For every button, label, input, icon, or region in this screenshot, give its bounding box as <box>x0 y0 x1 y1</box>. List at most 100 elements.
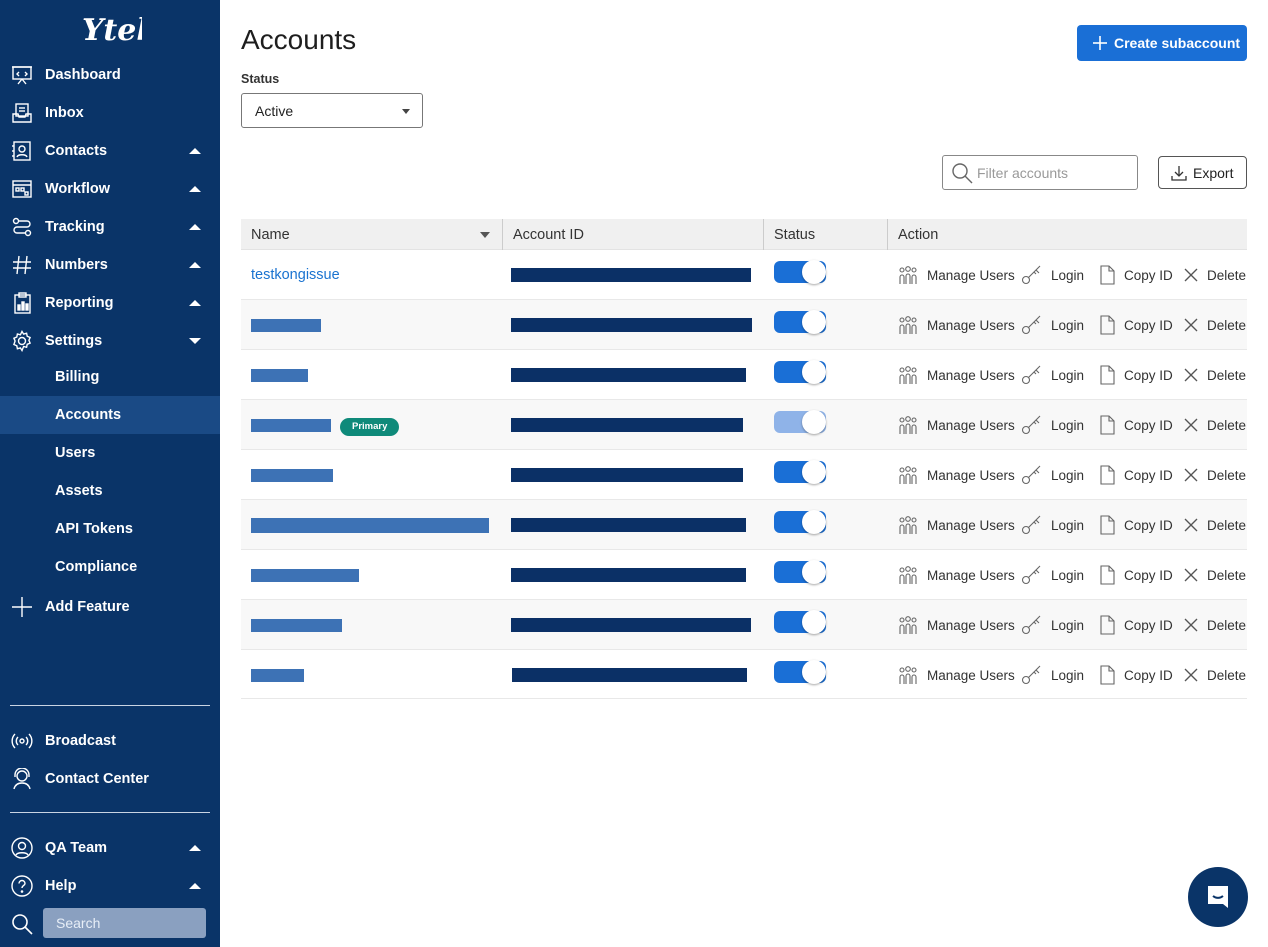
status-toggle[interactable] <box>774 460 826 484</box>
nav-help[interactable]: Help <box>0 867 220 905</box>
redacted-account-name[interactable] <box>251 518 489 533</box>
redacted-account-name[interactable] <box>251 619 342 632</box>
nav-workflow[interactable]: Workflow <box>0 170 220 208</box>
delete-action[interactable]: Delete <box>1183 464 1246 486</box>
delete-action[interactable]: Delete <box>1183 514 1246 536</box>
status-toggle[interactable] <box>774 660 826 684</box>
export-button[interactable]: Export <box>1158 156 1247 189</box>
delete-action[interactable]: Delete <box>1183 564 1246 586</box>
manage-users-icon <box>897 665 927 685</box>
nav-label: Contacts <box>45 143 108 159</box>
status-toggle[interactable] <box>774 360 826 384</box>
status-toggle[interactable] <box>774 560 826 584</box>
status-toggle[interactable] <box>774 510 826 534</box>
nav-label: Workflow <box>45 181 110 197</box>
copy-id-action[interactable]: Copy ID <box>1098 364 1173 386</box>
nav-inbox[interactable]: Inbox <box>0 94 220 132</box>
nav-tracking[interactable]: Tracking <box>0 208 220 246</box>
sub-item-accounts[interactable]: Accounts <box>0 396 220 434</box>
manage-users-action[interactable]: Manage Users <box>897 364 1015 386</box>
key-icon <box>1021 465 1051 485</box>
create-subaccount-button[interactable]: Create subaccount <box>1077 25 1247 61</box>
action-label: Delete <box>1207 567 1247 583</box>
redacted-account-name[interactable] <box>251 419 331 432</box>
action-label: Copy ID <box>1124 567 1173 583</box>
sort-down-icon[interactable] <box>480 232 490 238</box>
sub-item-assets[interactable]: Assets <box>0 472 220 510</box>
login-action[interactable]: Login <box>1021 364 1084 386</box>
delete-action[interactable]: Delete <box>1183 364 1246 386</box>
filter-accounts-input[interactable] <box>977 162 1127 184</box>
login-action[interactable]: Login <box>1021 264 1084 286</box>
nav-dashboard[interactable]: Dashboard <box>0 56 220 94</box>
redacted-account-id <box>512 668 747 682</box>
login-action[interactable]: Login <box>1021 414 1084 436</box>
login-action[interactable]: Login <box>1021 564 1084 586</box>
redacted-account-name[interactable] <box>251 669 304 682</box>
login-action[interactable]: Login <box>1021 464 1084 486</box>
caret-down-icon <box>189 338 201 344</box>
login-action[interactable]: Login <box>1021 664 1084 686</box>
copy-id-action[interactable]: Copy ID <box>1098 314 1173 336</box>
copy-id-action[interactable]: Copy ID <box>1098 614 1173 636</box>
toggle-knob <box>802 560 826 584</box>
copy-id-action[interactable]: Copy ID <box>1098 514 1173 536</box>
nav-label: Dashboard <box>45 67 121 83</box>
sub-item-billing[interactable]: Billing <box>0 358 220 396</box>
delete-action[interactable]: Delete <box>1183 664 1246 686</box>
key-icon <box>1021 515 1051 535</box>
manage-users-action[interactable]: Manage Users <box>897 514 1015 536</box>
sub-item-users[interactable]: Users <box>0 434 220 472</box>
manage-users-action[interactable]: Manage Users <box>897 414 1015 436</box>
nav-qa-team[interactable]: QA Team <box>0 829 220 867</box>
delete-action[interactable]: Delete <box>1183 614 1246 636</box>
login-action[interactable]: Login <box>1021 314 1084 336</box>
action-label: Delete <box>1207 317 1247 333</box>
sub-item-compliance[interactable]: Compliance <box>0 548 220 586</box>
toggle-knob <box>802 510 826 534</box>
nav-label: Tracking <box>45 219 105 235</box>
caret-up-icon <box>189 300 201 306</box>
login-action[interactable]: Login <box>1021 514 1084 536</box>
ytel-logo[interactable]: Ytel <box>80 10 142 48</box>
account-name-link[interactable]: testkongissue <box>251 267 340 283</box>
table-row: Manage Users Login Copy ID Delete <box>241 350 1247 400</box>
column-header-name[interactable]: Name <box>241 219 502 250</box>
delete-action[interactable]: Delete <box>1183 314 1246 336</box>
manage-users-action[interactable]: Manage Users <box>897 664 1015 686</box>
sub-item-api-tokens[interactable]: API Tokens <box>0 510 220 548</box>
redacted-account-name[interactable] <box>251 319 321 332</box>
action-label: Delete <box>1207 517 1247 533</box>
delete-action[interactable]: Delete <box>1183 264 1246 286</box>
status-toggle[interactable] <box>774 610 826 634</box>
nav-broadcast[interactable]: Broadcast <box>0 722 220 760</box>
chat-launcher-button[interactable] <box>1188 867 1248 927</box>
manage-users-action[interactable]: Manage Users <box>897 564 1015 586</box>
manage-users-action[interactable]: Manage Users <box>897 314 1015 336</box>
toggle-knob <box>802 360 826 384</box>
nav-reporting[interactable]: Reporting <box>0 284 220 322</box>
sidebar-search-input[interactable] <box>43 908 206 938</box>
copy-id-action[interactable]: Copy ID <box>1098 564 1173 586</box>
nav-contacts[interactable]: Contacts <box>0 132 220 170</box>
login-action[interactable]: Login <box>1021 614 1084 636</box>
manage-users-action[interactable]: Manage Users <box>897 464 1015 486</box>
copy-id-action[interactable]: Copy ID <box>1098 464 1173 486</box>
status-toggle[interactable] <box>774 310 826 334</box>
nav-add-feature[interactable]: Add Feature <box>0 588 220 626</box>
delete-action[interactable]: Delete <box>1183 414 1246 436</box>
copy-id-action[interactable]: Copy ID <box>1098 414 1173 436</box>
copy-id-action[interactable]: Copy ID <box>1098 664 1173 686</box>
nav-contact-center[interactable]: Contact Center <box>0 760 220 798</box>
copy-id-action[interactable]: Copy ID <box>1098 264 1173 286</box>
nav-settings[interactable]: Settings <box>0 322 220 360</box>
column-header-account-id: Account ID <box>502 219 763 250</box>
manage-users-action[interactable]: Manage Users <box>897 264 1015 286</box>
nav-numbers[interactable]: Numbers <box>0 246 220 284</box>
manage-users-action[interactable]: Manage Users <box>897 614 1015 636</box>
status-toggle[interactable] <box>774 260 826 284</box>
redacted-account-name[interactable] <box>251 369 308 382</box>
redacted-account-name[interactable] <box>251 569 359 582</box>
status-select[interactable]: Active <box>241 93 423 128</box>
redacted-account-name[interactable] <box>251 469 333 482</box>
